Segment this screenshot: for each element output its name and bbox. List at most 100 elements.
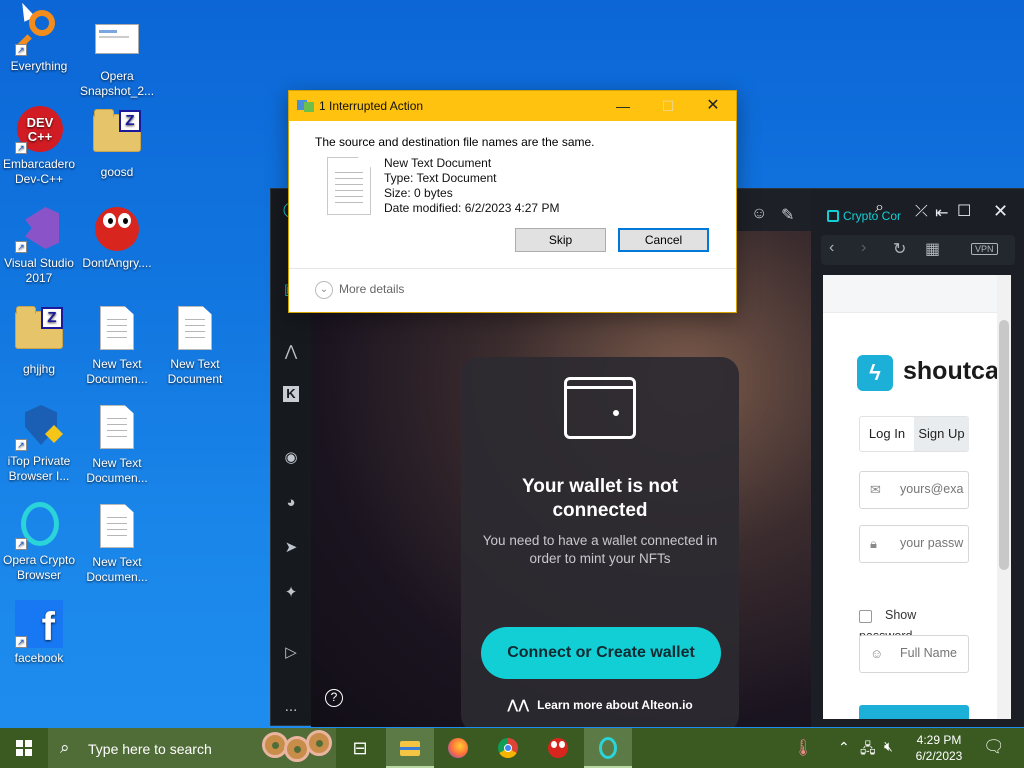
discord-icon[interactable]: ◉ [280, 447, 302, 469]
lock-icon: 🔒︎ [870, 536, 877, 551]
devcpp-icon: DEV C++ ↗ [15, 106, 63, 154]
desktop-icon-label: goosd [100, 165, 134, 179]
telegram-icon[interactable]: ➤ [280, 537, 302, 559]
shoutcast-logo-icon: ϟ [857, 355, 893, 391]
taskbar-dontangry[interactable] [534, 728, 582, 768]
dontangry-icon [546, 736, 570, 760]
twitter-icon[interactable]: ✦ [280, 582, 302, 604]
emoji-icon[interactable]: ☺ [751, 205, 767, 223]
crypto-corner-logo-icon [827, 210, 839, 222]
search-icon: ⌕ [60, 738, 70, 757]
page-topbar [823, 275, 1011, 313]
close-icon[interactable]: ✕ [993, 201, 1008, 222]
maximize-icon[interactable]: ☐ [957, 201, 971, 221]
wallet-subtitle: You need to have a wallet connected in o… [482, 533, 718, 566]
desktop-icon-label: New Text Document [167, 357, 223, 386]
desktop-icon-label: ghjjhg [22, 362, 56, 376]
search-icon[interactable]: ⌕ [875, 199, 884, 217]
desktop-icon-opera-snapshot[interactable]: Opera Snapshot_2... [78, 18, 156, 99]
dock-icon[interactable]: ⇤ [935, 203, 948, 223]
more-icon[interactable]: ... [280, 696, 302, 718]
taskbar-search[interactable]: ⌕ Type here to search [48, 728, 336, 768]
network-icon[interactable]: 🖧︎ [860, 738, 876, 762]
close-button[interactable]: ✕ [690, 94, 736, 118]
whatsapp-icon[interactable]: ◕ [280, 492, 302, 514]
chevron-up-icon[interactable]: ⌃ [838, 739, 850, 756]
desktop-icon-new-text-doc-4[interactable]: New Text Document [156, 304, 234, 387]
file-modified: Date modified: 6/2/2023 4:27 PM [384, 201, 560, 215]
signup-submit-button[interactable] [859, 705, 969, 719]
folder-icon [398, 736, 422, 760]
opera-crypto-icon: ↗ [15, 502, 63, 550]
opera-crypto-icon [596, 736, 620, 760]
forward-icon[interactable]: › [861, 239, 866, 257]
connect-wallet-button[interactable]: Connect or Create wallet [481, 627, 721, 679]
desktop-icon-goosd[interactable]: Z goosd [78, 106, 156, 180]
grid-icon[interactable]: ▦ [925, 239, 940, 259]
desktop-icon-label: Opera Crypto Browser [2, 553, 76, 582]
taskbar-file-explorer[interactable] [386, 728, 434, 768]
password-input[interactable] [900, 536, 968, 550]
zip-folder-icon: Z [15, 306, 63, 359]
zip-folder-icon: Z [93, 109, 141, 162]
pin-icon[interactable]: ✎ [781, 205, 794, 225]
clock-time: 4:29 PM [916, 733, 962, 747]
collapse-icon[interactable]: ⤫ [915, 203, 928, 221]
cancel-button[interactable]: Cancel [618, 228, 709, 252]
clock-date: 6/2/2023 [915, 749, 963, 763]
start-button[interactable] [0, 728, 48, 768]
notifications-icon[interactable]: 🗨︎ [983, 737, 1005, 757]
desktop-icon-new-text-doc-2[interactable]: New Text Documen... [78, 403, 156, 486]
fullname-field[interactable]: ☺ [859, 635, 969, 673]
player-icon[interactable]: ▷ [280, 642, 302, 664]
back-icon[interactable]: ‹ [829, 239, 834, 257]
taskbar: ⌕ Type here to search ⊟ 🌡︎ ⌃ 🖧︎ 🔇︎ 4:29 … [0, 728, 1024, 768]
email-input[interactable] [900, 482, 968, 496]
scrollbar-thumb[interactable] [999, 320, 1009, 570]
taskbar-chrome[interactable] [484, 728, 532, 768]
desktop-icon-everything[interactable]: ↗ Everything [0, 8, 78, 74]
taskbar-opera-crypto[interactable] [584, 728, 632, 768]
learn-more-link[interactable]: ⋀⋀ Learn more about Alteon.io [461, 697, 739, 713]
everything-icon: ↗ [15, 8, 63, 56]
taskbar-firefox[interactable] [434, 728, 482, 768]
page-scrollbar[interactable] [997, 275, 1011, 719]
password-field[interactable]: 🔒︎ [859, 525, 969, 563]
desktop-icon-devcpp[interactable]: DEV C++ ↗ Embarcadero Dev-C++ [0, 106, 78, 187]
alteon-icon[interactable]: ⋀ [280, 341, 302, 363]
crypto-corner-title-text: Crypto Cor [843, 209, 902, 223]
text-file-icon [93, 405, 141, 453]
desktop-icon-visual-studio[interactable]: ↗ Visual Studio 2017 [0, 205, 78, 286]
desktop-icon-new-text-doc-3[interactable]: New Text Documen... [78, 502, 156, 585]
thermometer-icon[interactable]: 🌡︎ [793, 738, 813, 758]
crypto-corner-header: Crypto Cor ⌕ ⤫ ⇤ ☐ ✕ [811, 189, 1024, 231]
email-field[interactable]: ✉ [859, 471, 969, 509]
image-file-icon [93, 18, 141, 66]
dialog-title-bar[interactable]: 1 Interrupted Action — ☐ ✕ [289, 91, 736, 121]
desktop-icon-ghjjhg[interactable]: Z ghjjhg [0, 303, 78, 377]
k-icon[interactable]: K [283, 386, 299, 402]
desktop-icon-itop[interactable]: ↗ iTop Private Browser I... [0, 403, 78, 484]
desktop-icon-dontangry[interactable]: DontAngry.... [78, 205, 156, 271]
crypto-corner-nav: ‹ › ↻ ▦ VPN [821, 235, 1015, 265]
show-password-checkbox[interactable] [859, 610, 872, 623]
fullname-input[interactable] [900, 646, 968, 660]
tab-login[interactable]: Log In [860, 417, 914, 451]
more-details-toggle[interactable]: ⌄ More details [315, 281, 404, 299]
help-icon[interactable]: ? [325, 689, 343, 707]
desktop-icon-opera-crypto[interactable]: ↗ Opera Crypto Browser [0, 502, 78, 583]
desktop-icon-facebook[interactable]: f ↗ facebook [0, 600, 78, 666]
text-file-icon [171, 306, 219, 354]
taskbar-clock[interactable]: 4:29 PM 6/2/2023 [900, 732, 978, 764]
text-file-icon [93, 504, 141, 552]
visual-studio-icon: ↗ [15, 205, 63, 253]
shoutcast-brand: shoutcas [903, 357, 1011, 385]
skip-button[interactable]: Skip [515, 228, 606, 252]
task-view-button[interactable]: ⊟ [336, 728, 384, 768]
reload-icon[interactable]: ↻ [893, 239, 906, 259]
desktop-icon-new-text-doc-1[interactable]: New Text Documen... [78, 304, 156, 387]
vpn-badge[interactable]: VPN [971, 243, 998, 255]
tab-signup[interactable]: Sign Up [914, 417, 969, 451]
minimize-button[interactable]: — [600, 94, 646, 118]
volume-muted-icon[interactable]: 🔇︎ [884, 738, 893, 755]
